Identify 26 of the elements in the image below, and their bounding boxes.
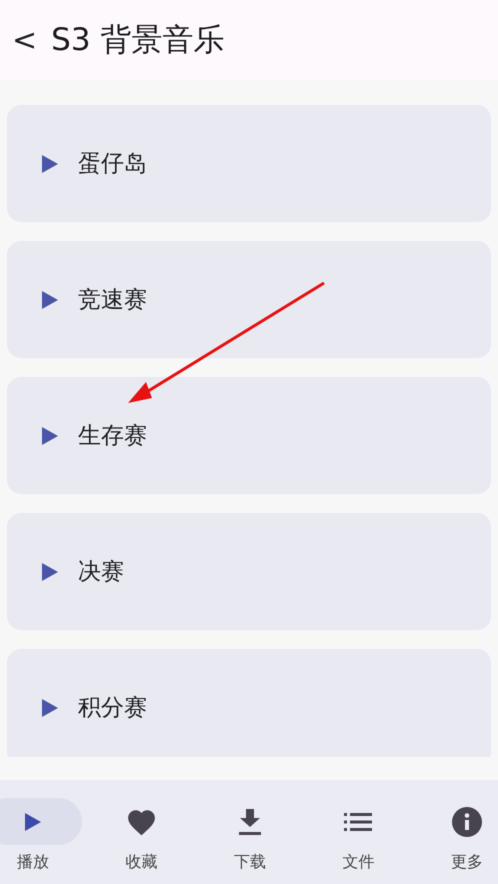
track-card[interactable]: 积分赛 xyxy=(7,649,491,757)
play-icon xyxy=(42,154,58,172)
track-name: 决赛 xyxy=(78,558,124,587)
track-card[interactable]: 竞速赛 xyxy=(7,241,491,358)
nav-tab[interactable]: 文件 xyxy=(304,798,413,873)
nav-tab[interactable]: 下载 xyxy=(196,798,304,873)
info-icon xyxy=(452,806,482,836)
play-icon xyxy=(42,698,58,716)
track-name: 蛋仔岛 xyxy=(78,150,147,179)
play-icon xyxy=(25,812,42,830)
nav-tab[interactable]: 收藏 xyxy=(87,798,196,873)
track-card[interactable]: 生存赛 xyxy=(7,377,491,494)
track-card[interactable]: 决赛 xyxy=(7,513,491,630)
play-icon xyxy=(42,426,58,444)
track-name: 竞速赛 xyxy=(78,286,147,315)
heart-icon xyxy=(126,808,158,836)
track-name: 生存赛 xyxy=(78,422,147,451)
nav-tab[interactable]: 更多 xyxy=(412,798,498,873)
back-button[interactable]: < xyxy=(12,22,38,58)
download-icon xyxy=(239,808,262,834)
list-icon xyxy=(344,812,372,830)
track-name: 积分赛 xyxy=(78,694,147,723)
play-icon xyxy=(42,562,58,580)
page-title: S3 背景音乐 xyxy=(51,21,224,60)
play-icon xyxy=(42,290,58,308)
track-card[interactable]: 蛋仔岛 xyxy=(7,105,491,222)
